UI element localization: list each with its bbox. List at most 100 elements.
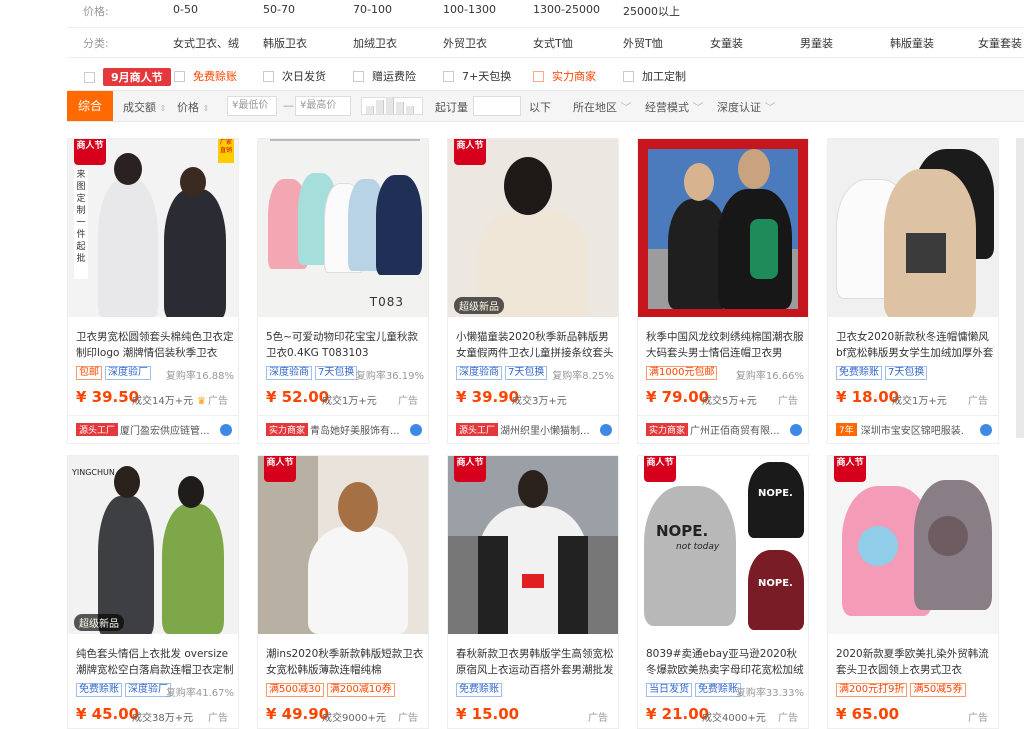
product-tag: 满1000元包邮 xyxy=(646,366,718,380)
product-title[interactable]: 春秋新款卫衣男韩版学生高领宽松原宿风上衣运动百搭外套男潮批发 xyxy=(456,646,616,678)
chat-icon[interactable] xyxy=(220,424,232,436)
region-dropdown[interactable]: 所在地区 ﹀ xyxy=(573,99,632,115)
sort-default-button[interactable]: 综合 xyxy=(67,91,113,121)
mode-dropdown[interactable]: 经营模式 ﹀ xyxy=(645,99,704,115)
shop-name[interactable]: 深圳市宝安区锦吧服装... xyxy=(861,422,965,437)
sort-price-label: 价格 xyxy=(177,101,199,114)
service-filter[interactable]: 次日发货 xyxy=(263,68,326,84)
price-option[interactable]: 25000以上 xyxy=(623,3,680,19)
product-tag: 免费赊账 xyxy=(456,683,502,697)
product-title[interactable]: 5色~可爱动物印花宝宝儿童秋款卫衣0.4KG T083103 xyxy=(266,329,426,361)
chat-icon[interactable] xyxy=(980,424,992,436)
product-title[interactable]: 8039#卖通ebay亚马逊2020秋冬爆款欧美热卖字母印花宽松加绒卫衣 xyxy=(646,646,806,678)
product-card[interactable]: NOPE. not today NOPE. NOPE. 商人节 8039#卖通e… xyxy=(637,455,809,729)
product-card[interactable]: 商人节 春秋新款卫衣男韩版学生高领宽松原宿风上衣运动百搭外套男潮批发 免费赊账 … xyxy=(447,455,619,729)
category-option[interactable]: 女式T恤 xyxy=(533,35,573,51)
product-image[interactable]: YINGCHUN 超级新品 xyxy=(68,456,238,634)
shop-row[interactable]: 实力商家 广州正佰商贸有限... xyxy=(638,415,808,443)
checkbox[interactable] xyxy=(84,71,95,83)
min-price-input[interactable]: ¥最低价 xyxy=(227,96,277,116)
product-card[interactable]: 秋季中国风龙纹刺绣纯棉国潮衣服大码套头男士情侣连帽卫衣男 满1000元包邮 复购… xyxy=(637,138,809,444)
shop-row[interactable]: 源头工厂 厦门盈宏供应链管... xyxy=(68,415,238,443)
category-option[interactable]: 女式卫衣、绒 xyxy=(173,35,239,51)
service-label: 7+天包换 xyxy=(462,70,512,83)
product-image[interactable] xyxy=(828,139,998,317)
product-image[interactable]: 商人节 xyxy=(448,456,618,634)
product-card[interactable]: T083 5色~可爱动物印花宝宝儿童秋款卫衣0.4KG T083103 深度验商… xyxy=(257,138,429,444)
category-option[interactable]: 女童装 xyxy=(710,35,743,51)
price-option[interactable]: 1300-25000 xyxy=(533,3,600,16)
checkbox[interactable] xyxy=(443,70,454,82)
service-filter[interactable]: 赠运费险 xyxy=(353,68,416,84)
service-filter[interactable]: 7+天包换 xyxy=(443,68,511,84)
shop-row[interactable]: 实力商家 青岛她好美服饰有... xyxy=(258,415,428,443)
category-option[interactable]: 外贸T恤 xyxy=(623,35,663,51)
service-filter[interactable]: 免费赊账 xyxy=(174,68,237,84)
chat-icon[interactable] xyxy=(790,424,802,436)
product-tag: 满200减10券 xyxy=(326,683,395,697)
shop-row[interactable]: 7年 深圳市宝安区锦吧服装... xyxy=(828,415,998,443)
shop-years-badge: 7年 xyxy=(836,423,857,436)
product-image[interactable]: 来图定制一件起批 商人节 厂家直销 xyxy=(68,139,238,317)
category-option[interactable]: 男童装 xyxy=(800,35,833,51)
product-image[interactable]: T083 xyxy=(258,139,428,317)
chat-icon[interactable] xyxy=(410,424,422,436)
sort-arrow-icon: ⇕ xyxy=(159,104,167,113)
product-title[interactable]: 小懒猫童装2020秋季新品韩版男女童假两件卫衣儿童拼接条纹套头衫 xyxy=(456,329,616,361)
category-option[interactable]: 韩版童装 xyxy=(890,35,934,51)
product-card[interactable]: 商人节 2020新款夏季欧美扎染外贸韩流套头卫衣圆领上衣男式卫衣 满200元打9… xyxy=(827,455,999,729)
checkbox[interactable] xyxy=(174,70,185,82)
category-option[interactable]: 加绒卫衣 xyxy=(353,35,397,51)
checkbox[interactable] xyxy=(623,70,634,82)
price-option[interactable]: 70-100 xyxy=(353,3,392,16)
shop-name[interactable]: 厦门盈宏供应链管... xyxy=(120,422,224,437)
festival-filter[interactable]: 9月商人节 xyxy=(84,68,171,86)
price-histogram[interactable] xyxy=(361,97,423,115)
service-filter[interactable]: 实力商家 xyxy=(533,68,596,84)
product-card[interactable]: YINGCHUN 超级新品 纯色套头情侣上衣批发 oversize潮牌宽松空白落… xyxy=(67,455,239,729)
product-image[interactable]: 商人节 xyxy=(258,456,428,634)
price-option[interactable]: 100-1300 xyxy=(443,3,496,16)
chevron-down-icon: ﹀ xyxy=(764,101,776,114)
product-image[interactable]: NOPE. not today NOPE. NOPE. 商人节 xyxy=(638,456,808,634)
product-title[interactable]: 卫衣女2020新款秋冬连帽慵懒风bf宽松韩版男女学生加绒加厚外套潮 xyxy=(836,329,996,361)
category-option[interactable]: 女童套装 xyxy=(978,35,1022,51)
product-tags: 满200元打9折 满50减5券 xyxy=(836,683,966,697)
product-card[interactable]: 商人节 超级新品 小懒猫童装2020秋季新品韩版男女童假两件卫衣儿童拼接条纹套头… xyxy=(447,138,619,444)
checkbox[interactable] xyxy=(533,70,544,82)
chat-icon[interactable] xyxy=(600,424,612,436)
product-card[interactable]: 商人节 潮ins2020秋季新款韩版短款卫衣女宽松韩版薄款连帽纯棉 满500减3… xyxy=(257,455,429,729)
price-option[interactable]: 0-50 xyxy=(173,3,198,16)
moq-input[interactable] xyxy=(473,96,521,116)
product-card[interactable]: 来图定制一件起批 商人节 厂家直销 卫衣男宽松圆领套头棉纯色卫衣定制印logo … xyxy=(67,138,239,444)
product-title[interactable]: 潮ins2020秋季新款韩版短款卫衣女宽松韩版薄款连帽纯棉 xyxy=(266,646,426,678)
sort-price-button[interactable]: 价格 ⇕ xyxy=(177,99,209,115)
product-price: ¥ 79.00 xyxy=(646,388,710,406)
product-card[interactable]: 卫衣女2020新款秋冬连帽慵懒风bf宽松韩版男女学生加绒加厚外套潮 免费赊账 7… xyxy=(827,138,999,444)
product-title[interactable]: 2020新款夏季欧美扎染外贸韩流套头卫衣圆领上衣男式卫衣 xyxy=(836,646,996,678)
product-title[interactable]: 秋季中国风龙纹刺绣纯棉国潮衣服大码套头男士情侣连帽卫衣男 xyxy=(646,329,806,361)
product-title[interactable]: 卫衣男宽松圆领套头棉纯色卫衣定制印logo 潮牌情侣装秋季卫衣 xyxy=(76,329,236,361)
checkbox[interactable] xyxy=(263,70,274,82)
category-filter-label: 分类: xyxy=(83,37,109,50)
category-option[interactable]: 韩版卫衣 xyxy=(263,35,307,51)
product-image[interactable]: 商人节 超级新品 xyxy=(448,139,618,317)
product-image[interactable] xyxy=(638,139,808,317)
product-title[interactable]: 纯色套头情侣上衣批发 oversize潮牌宽松空白落肩款连帽卫衣定制 xyxy=(76,646,236,678)
depth-dropdown[interactable]: 深度认证 ﹀ xyxy=(717,99,776,115)
product-image[interactable]: 商人节 xyxy=(828,456,998,634)
sort-volume-button[interactable]: 成交额 ⇕ xyxy=(123,99,166,115)
shop-name[interactable]: 广州正佰商贸有限... xyxy=(690,422,794,437)
shop-row[interactable]: 源头工厂 湖州织里小懒猫制... xyxy=(448,415,618,443)
ad-label: ♛ 广告 xyxy=(197,396,228,407)
ad-label: 广告 xyxy=(398,396,418,407)
max-price-input[interactable]: ¥最高价 xyxy=(295,96,351,116)
shop-name[interactable]: 青岛她好美服饰有... xyxy=(310,422,414,437)
shop-name[interactable]: 湖州织里小懒猫制... xyxy=(500,422,604,437)
service-filter-row: 9月商人节 免费赊账 次日发货 赠运费险 7+天包换 实力商家 加工定制 xyxy=(67,58,1024,90)
service-filter[interactable]: 加工定制 xyxy=(623,68,686,84)
price-option[interactable]: 50-70 xyxy=(263,3,295,16)
category-option[interactable]: 外贸卫衣 xyxy=(443,35,487,51)
checkbox[interactable] xyxy=(353,70,364,82)
product-tag: 7天包换 xyxy=(885,366,928,380)
